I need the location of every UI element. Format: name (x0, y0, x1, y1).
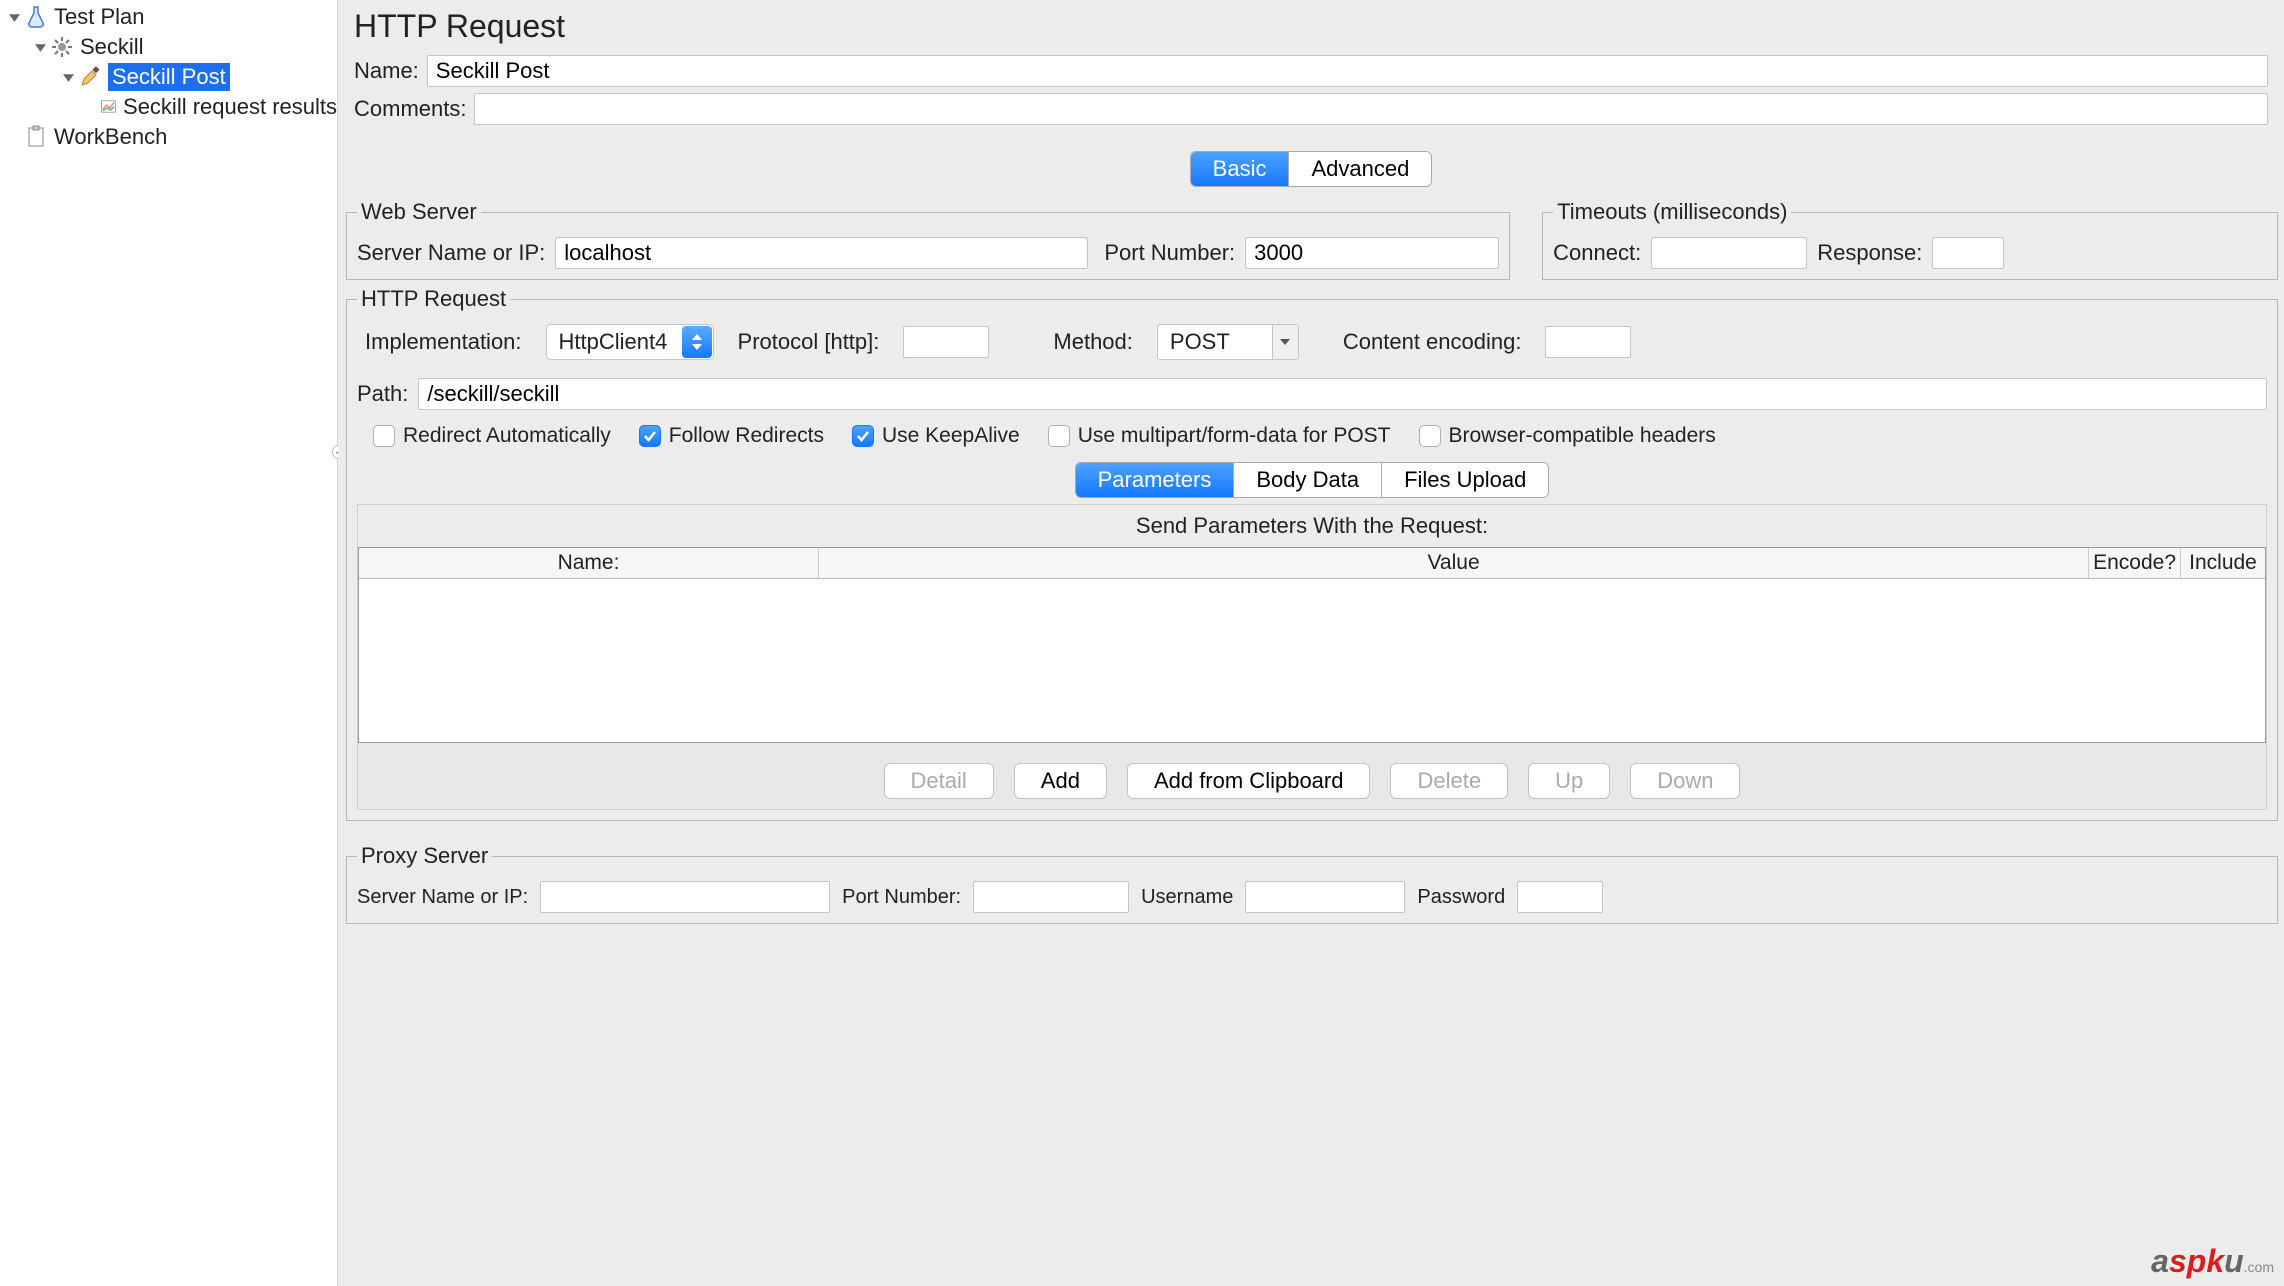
impl-label: Implementation: (365, 329, 522, 355)
web-server-fieldset: Web Server Server Name or IP: Port Numbe… (346, 199, 1510, 280)
tree-node-test-plan[interactable]: Test Plan (0, 2, 337, 32)
col-value[interactable]: Value (819, 548, 2089, 578)
clipboard-icon (24, 125, 48, 149)
tree-label: Seckill Post (108, 63, 230, 91)
cb-label: Follow Redirects (669, 424, 824, 448)
col-name[interactable]: Name: (359, 548, 819, 578)
chevron-down-icon (1272, 325, 1298, 359)
cb-multipart[interactable]: Use multipart/form-data for POST (1048, 424, 1391, 448)
stepper-arrows-icon (682, 326, 712, 358)
params-table[interactable]: Name: Value Encode? Include (358, 547, 2266, 743)
name-label: Name: (354, 58, 419, 84)
tab-basic[interactable]: Basic (1191, 152, 1289, 186)
cb-label: Browser-compatible headers (1449, 424, 1716, 448)
watermark: aspku.com (2151, 1243, 2274, 1280)
port-label: Port Number: (1104, 240, 1235, 266)
connect-input[interactable] (1651, 237, 1807, 269)
connect-label: Connect: (1553, 240, 1641, 266)
cb-label: Use multipart/form-data for POST (1078, 424, 1391, 448)
cb-redirect[interactable]: Redirect Automatically (373, 424, 611, 448)
params-section: Send Parameters With the Request: Name: … (357, 504, 2267, 810)
tree-label: Seckill request results (123, 94, 337, 120)
tree-label: Seckill (80, 34, 144, 60)
tree-node-seckill[interactable]: Seckill (0, 32, 337, 62)
triangle-down-icon[interactable] (60, 69, 76, 85)
proxy-server-input[interactable] (540, 881, 830, 913)
proxy-user-label: Username (1141, 886, 1233, 909)
proxy-fieldset: Proxy Server Server Name or IP: Port Num… (346, 843, 2278, 924)
page-title: HTTP Request (354, 8, 2268, 45)
server-input[interactable] (555, 237, 1088, 269)
triangle-down-icon[interactable] (32, 39, 48, 55)
params-tab-bar: Parameters Body Data Files Upload (357, 462, 2267, 498)
protocol-input[interactable] (903, 326, 989, 358)
method-label: Method: (1053, 329, 1133, 355)
col-include[interactable]: Include (2181, 548, 2265, 578)
timeouts-fieldset: Timeouts (milliseconds) Connect: Respons… (1542, 199, 2278, 280)
comments-input[interactable] (474, 93, 2268, 125)
triangle-down-icon[interactable] (6, 9, 22, 25)
main-tab-bar: Basic Advanced (338, 151, 2284, 187)
proxy-legend: Proxy Server (357, 843, 492, 869)
up-button[interactable]: Up (1528, 763, 1610, 799)
cb-browser[interactable]: Browser-compatible headers (1419, 424, 1716, 448)
tree-label: WorkBench (54, 124, 167, 150)
content-input[interactable] (1545, 326, 1631, 358)
params-title: Send Parameters With the Request: (358, 505, 2266, 547)
col-encode[interactable]: Encode? (2089, 548, 2181, 578)
proxy-pass-label: Password (1417, 886, 1505, 909)
server-label: Server Name or IP: (357, 240, 545, 266)
port-input[interactable] (1245, 237, 1499, 269)
add-button[interactable]: Add (1014, 763, 1107, 799)
http-request-legend: HTTP Request (357, 286, 510, 312)
name-input[interactable] (427, 55, 2268, 87)
cb-label: Redirect Automatically (403, 424, 611, 448)
proxy-port-input[interactable] (973, 881, 1129, 913)
gear-icon (50, 35, 74, 59)
tab-parameters[interactable]: Parameters (1076, 463, 1234, 497)
content-label: Content encoding: (1343, 329, 1522, 355)
comments-label: Comments: (354, 96, 466, 122)
response-input[interactable] (1932, 237, 2004, 269)
web-server-legend: Web Server (357, 199, 481, 225)
detail-button[interactable]: Detail (884, 763, 994, 799)
tab-advanced[interactable]: Advanced (1288, 152, 1431, 186)
proxy-user-input[interactable] (1245, 881, 1405, 913)
path-label: Path: (357, 381, 408, 407)
method-select[interactable]: POST (1157, 324, 1299, 360)
chart-icon (100, 95, 117, 119)
response-label: Response: (1817, 240, 1922, 266)
path-input[interactable] (418, 378, 2267, 410)
tree-panel: Test Plan Seckill Seckill Post Seckill r… (0, 0, 338, 1286)
delete-button[interactable]: Delete (1390, 763, 1508, 799)
cb-keepalive[interactable]: Use KeepAlive (852, 424, 1020, 448)
tree-node-workbench[interactable]: WorkBench (0, 122, 337, 152)
dropper-icon (78, 65, 102, 89)
proxy-server-label: Server Name or IP: (357, 886, 528, 909)
down-button[interactable]: Down (1630, 763, 1740, 799)
cb-label: Use KeepAlive (882, 424, 1020, 448)
proxy-port-label: Port Number: (842, 886, 961, 909)
tree-node-seckill-results[interactable]: Seckill request results (0, 92, 337, 122)
add-clipboard-button[interactable]: Add from Clipboard (1127, 763, 1371, 799)
proxy-pass-input[interactable] (1517, 881, 1603, 913)
timeouts-legend: Timeouts (milliseconds) (1553, 199, 1791, 225)
protocol-label: Protocol [http]: (738, 329, 880, 355)
flask-icon (24, 5, 48, 29)
http-request-fieldset: HTTP Request Implementation: HttpClient4… (346, 286, 2278, 821)
main-panel: HTTP Request Name: Comments: Basic Advan… (338, 0, 2284, 1286)
tree-label: Test Plan (54, 4, 145, 30)
impl-select[interactable]: HttpClient4 (546, 324, 714, 360)
tab-body-data[interactable]: Body Data (1233, 463, 1381, 497)
tab-files-upload[interactable]: Files Upload (1381, 463, 1548, 497)
cb-follow[interactable]: Follow Redirects (639, 424, 824, 448)
tree-node-seckill-post[interactable]: Seckill Post (0, 62, 337, 92)
